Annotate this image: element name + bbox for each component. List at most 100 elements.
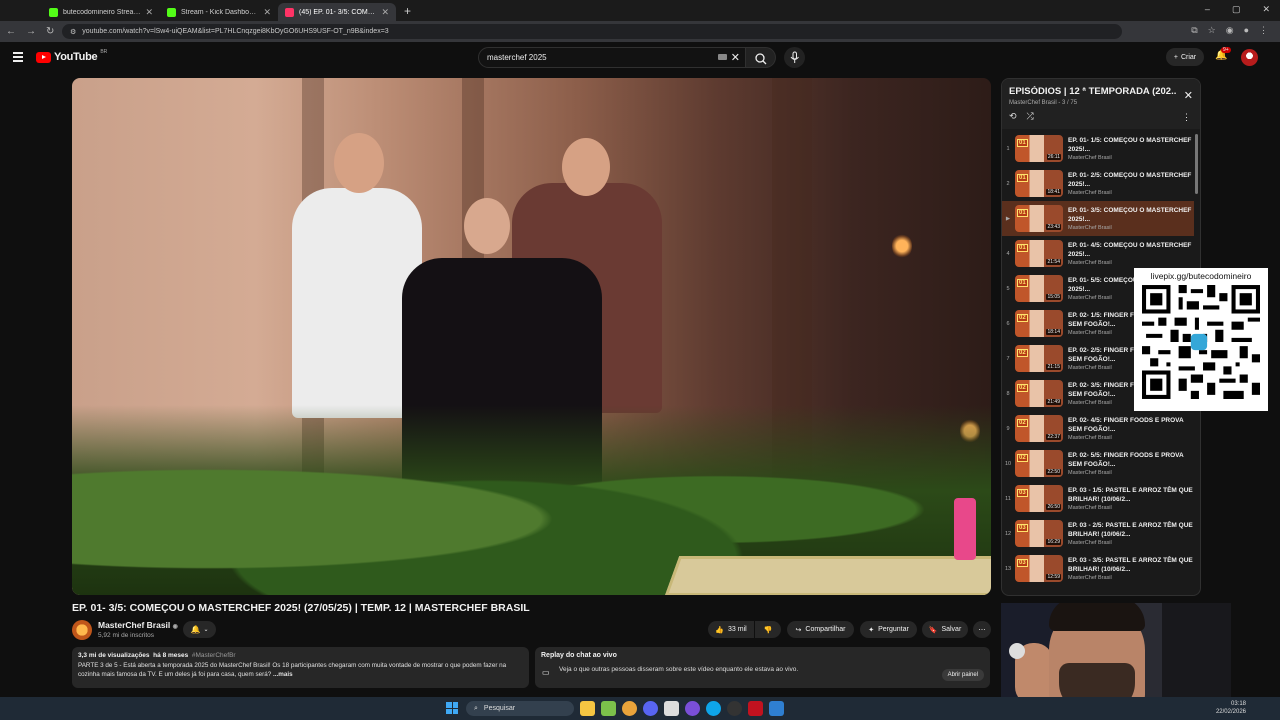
extension-icon[interactable]: ◉: [1226, 25, 1234, 36]
logo-text: YouTube: [54, 51, 98, 63]
store-icon[interactable]: [601, 701, 616, 716]
playlist-item[interactable]: 2 01 18:41 EP. 01- 2/5: COMEÇOU O MASTERCHE…: [1002, 166, 1194, 201]
bell-icon: 🔔: [190, 625, 201, 634]
like-button[interactable]: 👍 33 mil: [708, 621, 754, 638]
clock-date: 22/02/2026: [1215, 709, 1246, 715]
close-tab-icon[interactable]: ✕: [381, 7, 389, 18]
hamburger-menu-icon[interactable]: [13, 52, 23, 62]
video-frame-person-head: [562, 138, 610, 196]
site-info-icon[interactable]: ⚙: [70, 28, 76, 36]
chrome-icon[interactable]: [622, 701, 637, 716]
playlist-item[interactable]: 9 02 22:37 EP. 02- 4/5: FINGER FOODS E PROV…: [1002, 411, 1194, 446]
open-panel-button[interactable]: Abrir painel: [941, 669, 984, 681]
install-icon[interactable]: ⧉: [1191, 25, 1197, 36]
more-actions-button[interactable]: ⋯: [973, 621, 991, 638]
bookmark-star-icon[interactable]: ☆: [1208, 25, 1216, 36]
chat-replay-box: Replay do chat ao vivo Veja o que outras…: [535, 647, 990, 688]
thumbs-up-icon: 👍: [715, 626, 725, 634]
save-label: Salvar: [941, 626, 962, 633]
app-icon[interactable]: [748, 701, 763, 716]
playlist-item[interactable]: 13 03 12:59 EP. 03 - 3/5: PASTEL E ARROZ TÊ…: [1002, 551, 1194, 586]
share-label: Compartilhar: [805, 626, 846, 633]
search-button[interactable]: [746, 47, 776, 68]
description-box[interactable]: 3,3 mi de visualizações há 8 meses #Mast…: [72, 647, 529, 688]
playlist-item-title: EP. 01- 4/5: COMEÇOU O MASTERCHEF 2025!.…: [1068, 242, 1192, 258]
playlist-title[interactable]: EPISÓDIOS | 12 ª TEMPORADA (202...: [1009, 86, 1177, 97]
playlist-item[interactable]: 12 03 16:29 EP. 03 - 2/5: PASTEL E ARROZ TÊ…: [1002, 516, 1194, 551]
playlist-item-text: EP. 01- 4/5: COMEÇOU O MASTERCHEF 2025!.…: [1068, 241, 1193, 266]
forward-button[interactable]: →: [26, 26, 36, 37]
channel-avatar[interactable]: [72, 620, 92, 640]
playlist-item-thumbnail: 03 26:50: [1015, 485, 1063, 512]
playlist-item[interactable]: ▶ 01 23:43 EP. 01- 3/5: COMEÇOU O MASTERCHE…: [1002, 201, 1194, 236]
browser-tab[interactable]: Stream - Kick Dashboard ✕: [160, 3, 278, 21]
minimize-button[interactable]: –: [1205, 4, 1210, 15]
maximize-button[interactable]: ▢: [1232, 4, 1241, 15]
menu-icon[interactable]: ⋮: [1259, 25, 1268, 36]
channel-name[interactable]: MasterChef Brasil ◉: [98, 620, 178, 630]
browser-actions: ⧉ ☆ ◉ ● ⋮: [1191, 25, 1268, 36]
ask-label: Perguntar: [878, 626, 909, 633]
file-explorer-icon[interactable]: [580, 701, 595, 716]
playlist-item-index: 7: [1006, 355, 1010, 362]
video-player[interactable]: [72, 78, 991, 595]
playlist-item[interactable]: 10 02 22:50 EP. 02- 5/5: FINGER FOODS E PRO…: [1002, 446, 1194, 481]
voice-search-button[interactable]: [784, 47, 805, 68]
ask-button[interactable]: ✦ Perguntar: [860, 621, 917, 638]
back-button[interactable]: ←: [6, 26, 16, 37]
video-frame-lamp: [892, 233, 912, 259]
create-button[interactable]: + Criar: [1166, 48, 1204, 66]
browser-tab[interactable]: butecodomineiro Stream - Wat... ✕: [42, 3, 160, 21]
search-input[interactable]: masterchef 2025 ✕: [478, 47, 746, 68]
playlist-item-channel: MasterChef Brasil: [1068, 435, 1112, 441]
playlist-scrollbar[interactable]: [1195, 134, 1198, 194]
episode-number: 02: [1017, 419, 1028, 427]
subscription-bell-button[interactable]: 🔔 ⌄: [183, 621, 216, 638]
youtube-logo[interactable]: YouTube BR: [36, 49, 107, 63]
profile-icon[interactable]: ●: [1244, 25, 1249, 36]
playlist-item[interactable]: 4 01 21:54 EP. 01- 4/5: COMEÇOU O MASTERCHE…: [1002, 236, 1194, 271]
taskbar-search[interactable]: ⌕ Pesquisar: [466, 701, 574, 716]
description-meta: 3,3 mi de visualizações há 8 meses #Mast…: [78, 652, 523, 659]
playlist-item-index: 11: [1005, 495, 1011, 502]
twitch-icon[interactable]: [685, 701, 700, 716]
address-bar[interactable]: ⚙ youtube.com/watch?v=lSw4-uiQEAM&list=P…: [62, 24, 1122, 39]
share-button[interactable]: ↪ Compartilhar: [787, 621, 854, 638]
playlist-more-icon[interactable]: ⋮: [1182, 112, 1191, 123]
playlist-item-channel: MasterChef Brasil: [1068, 155, 1112, 161]
show-more-link[interactable]: ...mais: [273, 671, 293, 678]
playlist-controls: ⟲ ⤮: [1009, 111, 1034, 122]
reload-button[interactable]: ↻: [46, 26, 54, 37]
loop-icon[interactable]: ⟲: [1009, 111, 1017, 122]
browser-tab[interactable]: (45) EP. 01- 3/5: COMEÇO... ✕: [278, 3, 396, 21]
steam-icon[interactable]: [769, 701, 784, 716]
playlist-item-title: EP. 02- 4/5: FINGER FOODS E PROVA SEM FO…: [1068, 417, 1184, 433]
keyboard-icon[interactable]: [718, 54, 727, 60]
taskbar-clock[interactable]: 03:18 22/02/2026: [1216, 700, 1246, 716]
playlist-item-channel: MasterChef Brasil: [1068, 225, 1112, 231]
episode-number: 02: [1017, 454, 1028, 462]
close-tab-icon[interactable]: ✕: [263, 7, 271, 18]
obs-icon[interactable]: [727, 701, 742, 716]
dislike-button[interactable]: 👎: [755, 621, 781, 638]
edge-icon[interactable]: [706, 701, 721, 716]
playlist-item[interactable]: 11 03 26:50 EP. 03 - 1/5: PASTEL E ARROZ TÊ…: [1002, 481, 1194, 516]
chat-replay-body: Veja o que outras pessoas disseram sobre…: [541, 666, 984, 673]
discord-icon[interactable]: [643, 701, 658, 716]
clear-search-icon[interactable]: ✕: [731, 51, 740, 64]
close-window-button[interactable]: ✕: [1262, 4, 1270, 15]
close-playlist-icon[interactable]: ✕: [1184, 89, 1193, 102]
document-icon[interactable]: [664, 701, 679, 716]
shuffle-icon[interactable]: ⤮: [1027, 111, 1034, 122]
playlist-item[interactable]: 1 01 26:11 EP. 01- 1/5: COMEÇOU O MASTERCHE…: [1002, 131, 1194, 166]
new-tab-button[interactable]: +: [396, 4, 419, 18]
save-button[interactable]: 🔖 Salvar: [922, 621, 968, 638]
start-button[interactable]: [446, 702, 458, 714]
notification-badge: 9+: [1221, 47, 1231, 53]
browser-tab-bar: butecodomineiro Stream - Wat...✕Stream -…: [0, 0, 1280, 21]
view-count: 3,3 mi de visualizações: [78, 652, 150, 659]
close-tab-icon[interactable]: ✕: [145, 7, 153, 18]
account-avatar[interactable]: [1241, 49, 1258, 66]
playlist-item-text: EP. 01- 1/5: COMEÇOU O MASTERCHEF 2025!.…: [1068, 136, 1193, 161]
hashtag-link[interactable]: #MasterChefBr: [192, 652, 236, 659]
